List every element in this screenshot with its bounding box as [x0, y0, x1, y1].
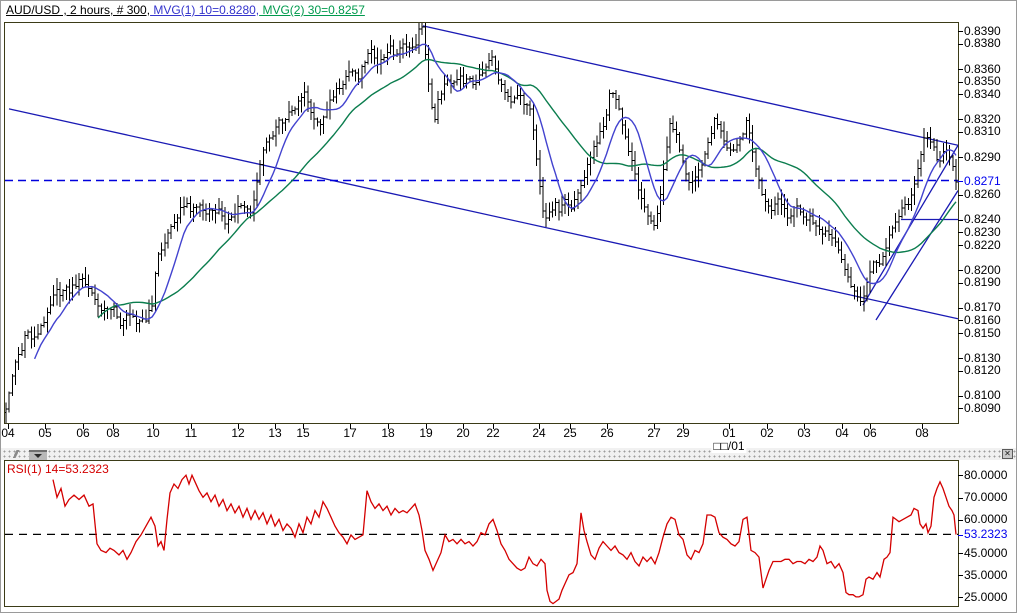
chart-title-mvg2: MVG(2) 30=0.8257 [259, 3, 365, 17]
time-tick-mark [463, 424, 464, 429]
rsi-tick-label: 80.0000 [958, 468, 1007, 482]
chart-window: AUD/USD , 2 hours, # 300, MVG(1) 10=0.82… [0, 0, 1017, 613]
time-tick-label: 02 [760, 426, 774, 440]
time-tick-mark [570, 424, 571, 429]
time-tick-mark [426, 424, 427, 429]
time-tick-mark [539, 424, 540, 429]
time-tick-mark [683, 424, 684, 429]
time-tick-label: 10 [146, 426, 160, 440]
time-tick-label: 17 [343, 426, 357, 440]
time-tick-mark [83, 424, 84, 429]
time-tick-mark [350, 424, 351, 429]
time-tick-mark [303, 424, 304, 429]
time-tick-mark [191, 424, 192, 429]
time-tick-label: 27 [647, 426, 661, 440]
time-tick-label: 11 [184, 426, 198, 440]
time-tick-label: 20 [456, 426, 470, 440]
time-tick-mark [113, 424, 114, 429]
price-tick-label: 0.8390 [958, 24, 1001, 38]
price-tick-label: 0.8100 [958, 388, 1001, 402]
price-tick-label: 0.8160 [958, 313, 1001, 327]
time-tick-label: 06 [76, 426, 90, 440]
chart-title-symbol: AUD/USD , 2 hours, # 300, [6, 3, 151, 17]
price-axis: 0.8390 0.8380 0.8360 0.8350 0.8340 0.8320 0.83… [958, 1, 1016, 612]
time-tick-label: 04 [835, 426, 849, 440]
rsi-chart-canvas[interactable] [5, 461, 958, 606]
time-tick-mark [493, 424, 494, 429]
price-tick-label: 0.8290 [958, 150, 1001, 164]
time-tick-label: 24 [532, 426, 546, 440]
time-tick-label: 25 [563, 426, 577, 440]
panel-splitter[interactable]: ✕ [1, 448, 1016, 460]
time-tick-mark [153, 424, 154, 429]
time-tick-label: 04 [1, 426, 15, 440]
time-tick-mark [8, 424, 9, 429]
time-tick-mark [45, 424, 46, 429]
price-tick-label: 0.8190 [958, 275, 1001, 289]
rsi-tick-label: 45.0000 [958, 546, 1007, 560]
time-tick-mark [767, 424, 768, 429]
rsi-indicator-panel[interactable] [4, 460, 959, 607]
price-tick-label: 0.8130 [958, 351, 1001, 365]
time-tick-label: 26 [600, 426, 614, 440]
time-tick-label: 29 [676, 426, 690, 440]
price-chart-panel[interactable] [4, 22, 959, 424]
chart-title: AUD/USD , 2 hours, # 300, MVG(1) 10=0.82… [6, 3, 365, 20]
time-tick-label: 22 [486, 426, 500, 440]
time-tick-mark [870, 424, 871, 429]
panel-close-icon[interactable]: ✕ [1002, 449, 1013, 459]
splitter-collapse-arrow-icon[interactable] [29, 450, 47, 460]
price-tick-label: 0.8170 [958, 300, 1001, 314]
time-tick-label: 06 [863, 426, 877, 440]
rsi-tick-label: 25.0000 [958, 590, 1007, 604]
price-tick-label: 0.8350 [958, 74, 1001, 88]
time-tick-mark [922, 424, 923, 429]
price-tick-label: 0.8230 [958, 225, 1001, 239]
time-tick-label: 01 [722, 426, 736, 440]
price-chart-canvas[interactable] [5, 23, 958, 423]
time-tick-mark [804, 424, 805, 429]
price-tick-label: 0.8310 [958, 124, 1001, 138]
rsi-tick-label: 60.0000 [958, 512, 1007, 526]
time-tick-label: 15 [296, 426, 310, 440]
price-tick-label: 0.8360 [958, 62, 1001, 76]
price-tick-label: 0.8150 [958, 326, 1001, 340]
chart-title-mvg1: MVG(1) 10=0.8280, [150, 3, 260, 17]
time-tick-mark [729, 424, 730, 429]
time-tick-mark [842, 424, 843, 429]
price-tick-label: 0.8200 [958, 263, 1001, 277]
price-tick-label: 0.8220 [958, 238, 1001, 252]
time-tick-label: 08 [915, 426, 929, 440]
rsi-tick-label: 35.0000 [958, 568, 1007, 582]
time-tick-label: 03 [797, 426, 811, 440]
time-tick-label: 18 [381, 426, 395, 440]
price-tick-label: 0.8340 [958, 87, 1001, 101]
splitter-resize-icon[interactable] [9, 450, 23, 458]
time-tick-mark [275, 424, 276, 429]
price-tick-label: 0.8320 [958, 112, 1001, 126]
price-tick-label: 0.8090 [958, 401, 1001, 415]
time-tick-mark [388, 424, 389, 429]
price-tick-label: 0.8120 [958, 363, 1001, 377]
price-tick-label: 0.8240 [958, 212, 1001, 226]
rsi-axis: 80.0000 70.0000 60.0000 45.0000 35.0000 25.00… [958, 1, 1016, 612]
price-tick-label: 0.8260 [958, 187, 1001, 201]
time-tick-label: 05 [38, 426, 52, 440]
rsi-value-label: 53.2323 [958, 527, 1007, 541]
time-tick-mark [238, 424, 239, 429]
rsi-tick-label: 70.0000 [958, 490, 1007, 504]
time-tick-mark [654, 424, 655, 429]
time-tick-label: 19 [419, 426, 433, 440]
time-tick-label: 12 [231, 426, 245, 440]
price-tick-label: 0.8380 [958, 36, 1001, 50]
last-price-label: 0.8271 [958, 174, 1001, 188]
time-tick-mark [607, 424, 608, 429]
time-tick-label: 08 [106, 426, 120, 440]
rsi-indicator-label: RSI(1) 14=53.2323 [7, 462, 109, 476]
time-tick-label: 13 [268, 426, 282, 440]
